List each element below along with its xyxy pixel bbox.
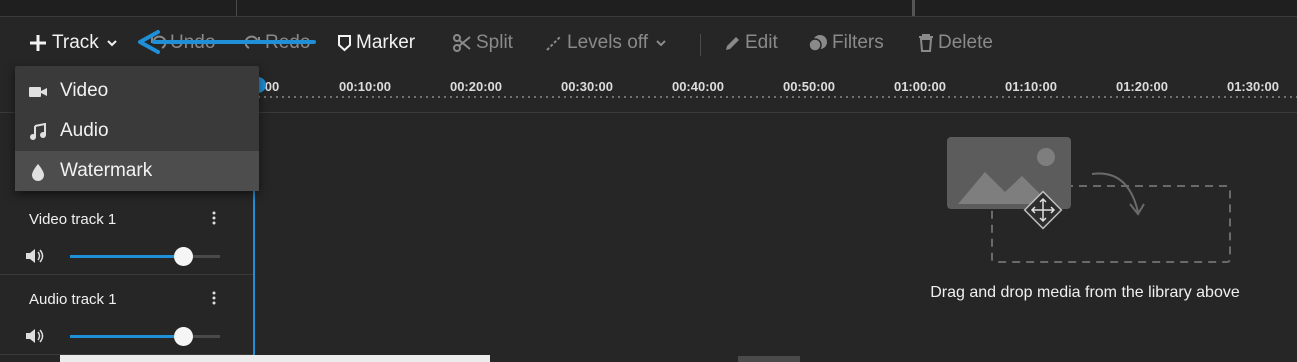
trash-icon [919,34,933,52]
track-name: Video track 1 [29,211,117,228]
dropzone-caption: Drag and drop media from the library abo… [930,284,1240,301]
chevron-down-icon [656,40,666,47]
scissors-icon [453,34,471,52]
ruler-tick-label: 00:50:00 [782,79,836,94]
plus-icon [30,35,46,51]
delete-label: Delete [938,32,993,53]
ruler-tick-label: 01:20:00 [1115,79,1169,94]
filters-button[interactable]: Filters [808,30,884,56]
menu-item-audio[interactable]: Audio [15,111,259,151]
top-strip [0,0,1297,17]
ruler-tick-label: 01:00:00 [893,79,947,94]
menu-item-video[interactable]: Video [15,71,259,111]
ruler-dots [250,96,1297,98]
menu-item-label: Watermark [60,160,153,181]
add-track-menu: Video Audio Watermark [15,66,259,191]
horizontal-scrollbar[interactable] [60,355,490,362]
menu-item-label: Audio [60,120,109,141]
chevron-down-icon [107,40,117,47]
more-options-icon[interactable] [209,290,219,306]
slider-fill [70,255,183,258]
marker-button[interactable]: Marker [337,30,415,56]
delete-button[interactable]: Delete [918,30,993,56]
slider-thumb[interactable] [173,327,193,346]
video-camera-icon [29,87,47,97]
ruler-tick-label: 00:40:00 [671,79,725,94]
track-header-video: Video track 1 [0,195,253,275]
split-button[interactable]: Split [452,30,513,56]
menu-item-label: Video [60,80,109,101]
marker-icon [338,35,351,52]
edit-button[interactable]: Edit [724,30,778,56]
volume-slider[interactable] [70,325,220,347]
levels-button[interactable]: Levels off [545,30,666,56]
track-header-audio: Audio track 1 [0,275,253,355]
add-track-button[interactable]: Track [28,30,117,56]
drag-media-illustration-icon [947,137,1231,263]
add-track-label: Track [52,32,99,53]
slider-fill [70,335,183,338]
music-note-icon [30,123,46,140]
top-divider [236,0,237,16]
menu-item-watermark[interactable]: Watermark [15,151,259,191]
levels-icon [546,35,562,51]
toolbar-divider [700,34,701,56]
more-options-icon[interactable] [209,210,219,226]
ruler-tick-label: 00:30:00 [560,79,614,94]
slider-thumb[interactable] [173,247,193,266]
ruler-tick-label: 01:30:00 [1226,79,1280,94]
track-name: Audio track 1 [29,291,117,308]
droplet-icon [32,164,44,181]
ruler-tick-label: 00:20:00 [449,79,503,94]
edit-label: Edit [745,32,778,53]
scrollbar-thumb[interactable] [738,356,800,362]
annotation-arrow-icon [138,30,316,54]
filters-label: Filters [832,32,884,53]
top-divider[interactable] [912,0,915,16]
ruler-tick-label: 01:10:00 [1004,79,1058,94]
split-label: Split [476,32,513,53]
filters-icon [808,35,827,52]
volume-slider[interactable] [70,245,220,267]
media-dropzone[interactable]: Drag and drop media from the library abo… [900,134,1290,334]
marker-label: Marker [356,32,416,53]
levels-label: Levels off [567,32,648,53]
pencil-icon [726,36,739,50]
ruler-tick-label: 00:10:00 [338,79,392,94]
speaker-icon[interactable] [25,328,45,344]
speaker-icon[interactable] [25,248,45,264]
